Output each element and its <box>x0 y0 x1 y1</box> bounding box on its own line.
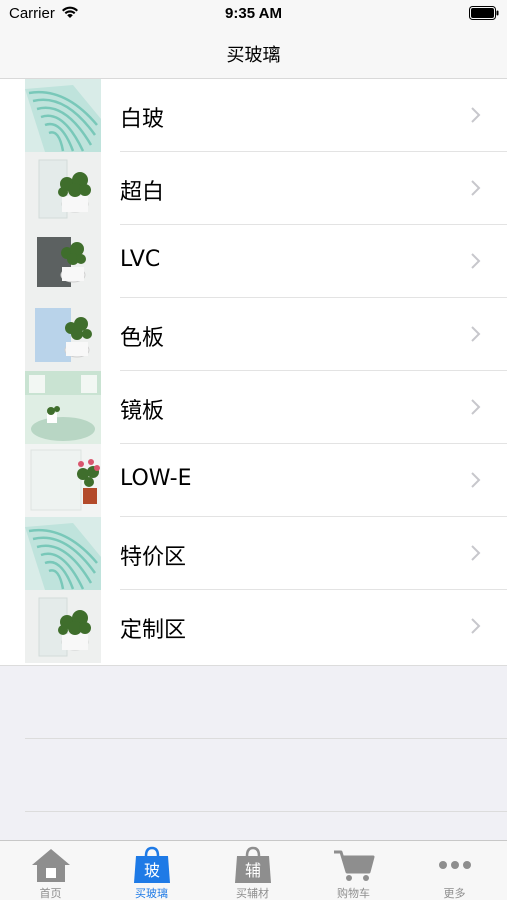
more-icon <box>439 861 471 869</box>
plant-glass-thumbnail <box>25 590 101 663</box>
tab-cart[interactable]: 购物车 <box>303 841 404 900</box>
chevron-right-icon <box>471 399 481 415</box>
home-icon <box>32 849 70 882</box>
category-row-custom[interactable]: 定制区 <box>0 590 507 663</box>
category-row-mirror[interactable]: 镜板 <box>0 371 507 444</box>
status-bar: Carrier 9:35 AM <box>0 0 507 28</box>
category-row-ultra-white[interactable]: 超白 <box>0 152 507 225</box>
tab-label: 首页 <box>39 887 62 900</box>
category-row-white-glass[interactable]: 白玻 <box>0 79 507 152</box>
chevron-right-icon <box>471 618 481 634</box>
chevron-right-icon <box>471 472 481 488</box>
grey-glass-plant-thumbnail <box>25 225 101 298</box>
cart-icon <box>334 850 375 881</box>
category-label: 定制区 <box>120 618 187 643</box>
empty-row-divider <box>25 811 507 812</box>
category-label: 白玻 <box>120 107 165 132</box>
tab-bar: 首页 玻 买玻璃 辅 买辅材 购物车 更多 <box>0 840 507 900</box>
battery-icon <box>469 6 499 20</box>
tab-label: 买辅材 <box>236 887 269 900</box>
category-list: 白玻 超白 LVC 色板 镜板 LOW-E 特价区 定制区 <box>0 79 507 665</box>
tab-label: 购物车 <box>337 887 370 900</box>
tab-label: 买玻璃 <box>135 887 168 900</box>
tab-badge-text: 玻 <box>144 861 160 880</box>
category-row-lvc[interactable]: LVC <box>0 225 507 298</box>
mirror-room-thumbnail <box>25 371 101 444</box>
category-label: 镜板 <box>120 399 165 424</box>
plant-glass-thumbnail <box>25 152 101 225</box>
category-label: LVC <box>120 247 161 272</box>
category-row-special-offer[interactable]: 特价区 <box>0 517 507 590</box>
flower-glass-thumbnail <box>25 444 101 517</box>
glass-sheets-thumbnail <box>25 79 101 152</box>
category-label: 超白 <box>120 180 165 205</box>
navigation-bar: 买玻璃 <box>0 28 507 79</box>
page-title: 买玻璃 <box>226 45 281 66</box>
tab-buy-accessories[interactable]: 辅 买辅材 <box>202 841 303 900</box>
tab-home[interactable]: 首页 <box>0 841 101 900</box>
tab-label: 更多 <box>443 887 466 900</box>
chevron-right-icon <box>471 253 481 269</box>
category-row-low-e[interactable]: LOW-E <box>0 444 507 517</box>
tab-more[interactable]: 更多 <box>404 841 505 900</box>
blue-glass-plant-thumbnail <box>25 298 101 371</box>
category-label: 色板 <box>120 326 165 351</box>
shopping-bag-icon: 辅 <box>235 846 271 883</box>
category-label: 特价区 <box>120 545 187 570</box>
status-time: 9:35 AM <box>225 5 282 22</box>
glass-sheets-thumbnail <box>25 517 101 590</box>
chevron-right-icon <box>471 545 481 561</box>
list-end-divider <box>0 665 507 666</box>
chevron-right-icon <box>471 326 481 342</box>
shopping-bag-icon: 玻 <box>134 846 170 883</box>
chevron-right-icon <box>471 180 481 196</box>
empty-row-divider <box>25 738 507 739</box>
tab-badge-text: 辅 <box>245 861 261 880</box>
chevron-right-icon <box>471 107 481 123</box>
category-row-color-panel[interactable]: 色板 <box>0 298 507 371</box>
tab-buy-glass[interactable]: 玻 买玻璃 <box>101 841 202 900</box>
category-label: LOW-E <box>120 466 192 491</box>
